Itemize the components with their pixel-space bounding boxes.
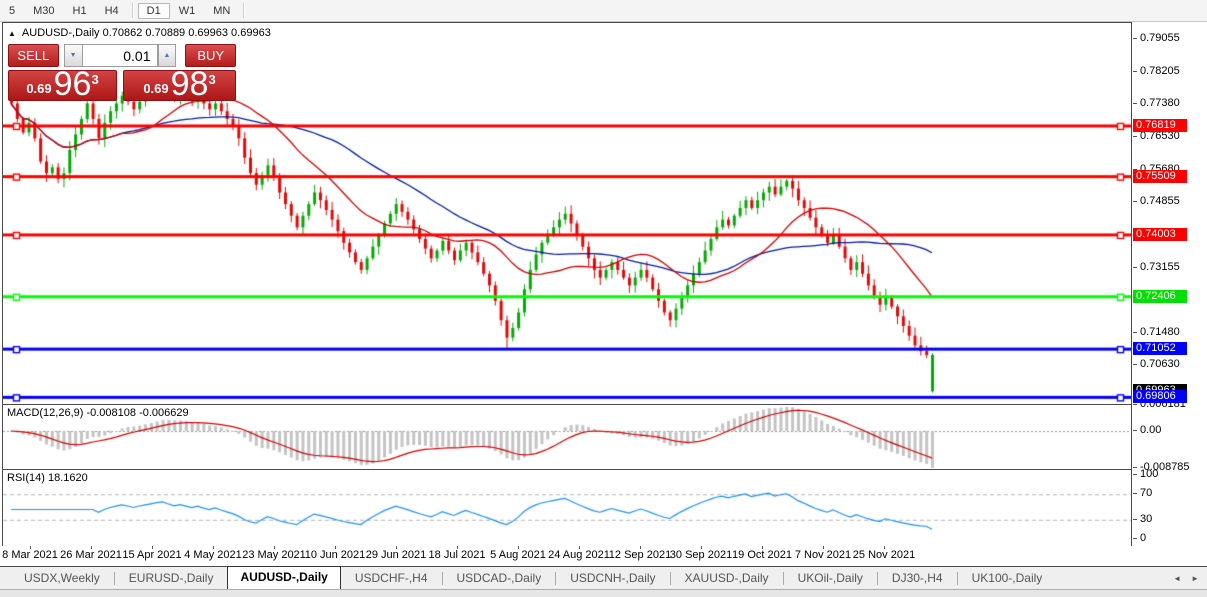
spin-up-icon: ▲ — [163, 52, 170, 59]
chart-tab-uk100[interactable]: UK100-,Daily — [958, 568, 1057, 588]
chart-tab-usdcnh[interactable]: USDCNH-,Daily — [556, 568, 669, 588]
price-tick-label: 0.79055 — [1140, 32, 1180, 44]
buy-price-display[interactable]: 0.69 98 3 — [123, 70, 236, 101]
date-label: 4 May 2021 — [184, 549, 241, 561]
chart-tab-eurusd[interactable]: EURUSD-,Daily — [115, 568, 228, 588]
chart-tab-usdx[interactable]: USDX,Weekly — [10, 568, 114, 588]
tab-scroll-left-icon[interactable]: ◄ — [1173, 574, 1181, 583]
date-label: 25 Nov 2021 — [853, 549, 915, 561]
sell-price-display[interactable]: 0.69 96 3 — [8, 70, 117, 101]
toolbar-separator — [243, 3, 245, 18]
date-label: 12 Sep 2021 — [609, 549, 671, 561]
chart-tab-ukoil[interactable]: UKOil-,Daily — [784, 568, 877, 588]
volume-decrease-button[interactable]: ▼ — [64, 44, 82, 67]
date-label: 18 Jul 2021 — [429, 549, 486, 561]
volume-input[interactable] — [82, 44, 158, 67]
date-label: 23 May 2021 — [242, 549, 306, 561]
rsi-indicator-label: RSI(14) 18.1620 — [7, 472, 88, 484]
chart-tab-bar: USDX,WeeklyEURUSD-,DailyAUDUSD-,DailyUSD… — [0, 567, 1207, 589]
level-price-label: 0.71052 — [1133, 342, 1187, 355]
chart-tab-usdcad[interactable]: USDCAD-,Daily — [443, 568, 556, 588]
buy-price-big: 98 — [171, 69, 209, 99]
rsi-canvas[interactable] — [3, 470, 1131, 544]
date-label: 5 Aug 2021 — [490, 549, 546, 561]
macd-axis-label: 0.00 — [1140, 424, 1161, 436]
period-button-d1[interactable]: D1 — [138, 3, 170, 19]
level-price-label: 0.75509 — [1133, 170, 1187, 183]
sell-price-sup: 3 — [91, 72, 98, 87]
chart-ohlc-header: AUDUSD-,Daily 0.70862 0.70889 0.69963 0.… — [22, 27, 271, 39]
chart-tab-usdchf[interactable]: USDCHF-,H4 — [341, 568, 442, 588]
period-button-h4[interactable]: H4 — [96, 3, 128, 19]
date-label: 10 Jun 2021 — [305, 549, 366, 561]
price-axis[interactable]: 0.790550.782050.773800.765300.756800.748… — [1132, 22, 1207, 566]
sell-button[interactable]: SELL — [8, 44, 59, 67]
spin-down-icon: ▼ — [70, 52, 77, 59]
price-tick-label: 0.74855 — [1140, 195, 1180, 207]
price-tick-label: 0.78205 — [1140, 65, 1180, 77]
date-label: 7 Nov 2021 — [795, 549, 851, 561]
period-button-5[interactable]: 5 — [0, 3, 24, 19]
price-tick-label: 0.70630 — [1140, 358, 1180, 370]
rsi-axis-label: 30 — [1140, 513, 1152, 525]
tab-scroll-right-icon[interactable]: ► — [1191, 574, 1199, 583]
chart-tab-xauusd[interactable]: XAUUSD-,Daily — [671, 568, 783, 588]
level-price-label: 0.74003 — [1133, 228, 1187, 241]
tab-scroll-arrows: ◄► — [1173, 574, 1199, 583]
buy-button[interactable]: BUY — [185, 44, 236, 67]
level-price-label: 0.76819 — [1133, 119, 1187, 132]
date-label: 26 Mar 2021 — [60, 549, 122, 561]
period-button-mn[interactable]: MN — [204, 3, 239, 19]
date-label: 15 Apr 2021 — [122, 549, 181, 561]
rsi-axis-label: 0 — [1140, 532, 1146, 544]
volume-increase-button[interactable]: ▲ — [158, 44, 177, 67]
period-button-m30[interactable]: M30 — [24, 3, 63, 19]
timeframe-toolbar: 5M30H1H4 D1W1MN — [0, 0, 1207, 22]
chart-tab-audusd[interactable]: AUDUSD-,Daily — [227, 566, 340, 589]
trading-app-window: 5M30H1H4 D1W1MN ▲ AUDUSD-,Daily 0.70862 0… — [0, 0, 1207, 597]
date-label: 30 Sep 2021 — [670, 549, 732, 561]
price-tick-label: 0.71480 — [1140, 326, 1180, 338]
chart-header: ▲ AUDUSD-,Daily 0.70862 0.70889 0.69963 … — [8, 27, 271, 39]
buy-price-sup: 3 — [208, 72, 215, 87]
date-label: 19 Oct 2021 — [732, 549, 792, 561]
collapse-panel-icon[interactable]: ▲ — [8, 29, 16, 38]
level-price-label: 0.72406 — [1133, 290, 1187, 303]
date-label: 8 Mar 2021 — [2, 549, 58, 561]
sell-price-big: 96 — [54, 69, 92, 99]
date-axis[interactable]: 8 Mar 202126 Mar 202115 Apr 20214 May 20… — [2, 546, 1132, 566]
date-label: 24 Aug 2021 — [548, 549, 610, 561]
rsi-axis-label: 70 — [1140, 487, 1152, 499]
buy-price-small: 0.69 — [143, 81, 168, 96]
bottom-status-strip — [0, 589, 1207, 597]
toolbar-separator — [132, 3, 134, 18]
sell-price-small: 0.69 — [26, 81, 51, 96]
period-button-h1[interactable]: H1 — [64, 3, 96, 19]
rsi-axis-label: 100 — [1140, 468, 1158, 480]
one-click-trading-panel: SELL ▼ ▲ BUY 0.69 96 3 0.69 98 3 — [8, 44, 236, 101]
level-price-label: 0.69806 — [1133, 390, 1187, 403]
period-button-w1[interactable]: W1 — [170, 3, 205, 19]
price-tick-label: 0.77380 — [1140, 97, 1180, 109]
date-label: 29 Jun 2021 — [366, 549, 427, 561]
chart-tab-dj30[interactable]: DJ30-,H4 — [878, 568, 957, 588]
price-tick-label: 0.73155 — [1140, 261, 1180, 273]
macd-indicator-label: MACD(12,26,9) -0.008108 -0.006629 — [7, 407, 189, 419]
